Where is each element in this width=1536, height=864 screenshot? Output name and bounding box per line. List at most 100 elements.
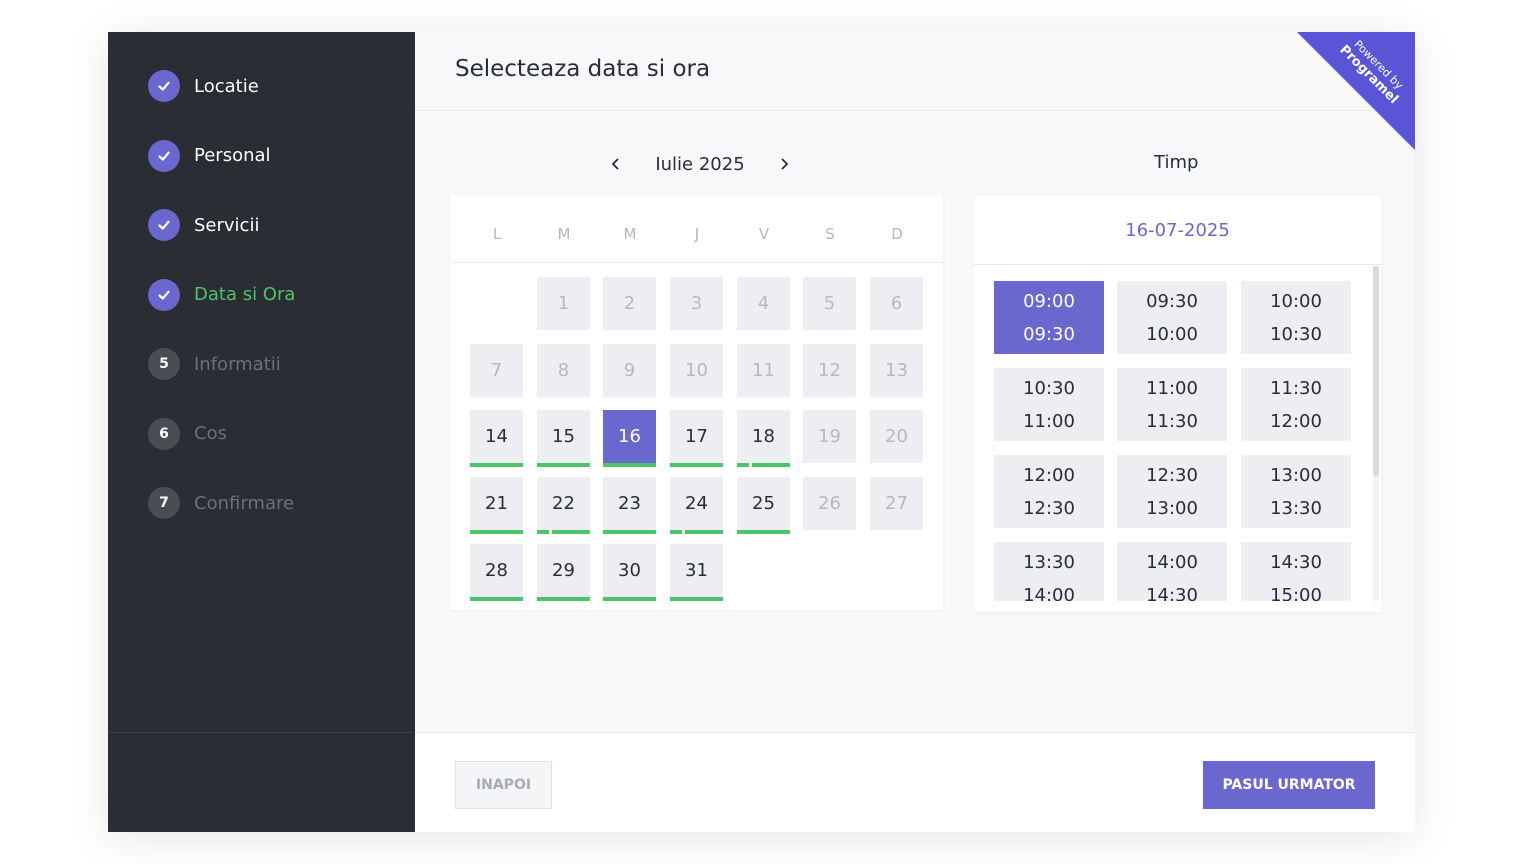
availability-bar: [470, 597, 523, 601]
time-scrollbar[interactable]: [1373, 266, 1379, 601]
powered-by-ribbon[interactable]: Powered by Programel: [1295, 32, 1415, 152]
calendar-day[interactable]: 30: [603, 544, 656, 601]
next-step-button[interactable]: PASUL URMATOR: [1203, 761, 1375, 809]
time-slot[interactable]: 10:30 11:00: [994, 368, 1104, 441]
chevron-right-icon[interactable]: [773, 153, 795, 175]
calendar-day[interactable]: 24: [670, 477, 723, 534]
step-informatii[interactable]: 5 Informatii: [148, 348, 281, 380]
day-number: 1: [557, 293, 570, 314]
step-servicii[interactable]: Servicii: [148, 209, 259, 241]
availability-segment: [537, 530, 549, 534]
availability-bar: [737, 530, 790, 534]
time-slot[interactable]: 10:00 10:30: [1241, 281, 1351, 354]
footer: INAPOI PASUL URMATOR: [415, 732, 1415, 832]
calendar-day[interactable]: 28: [470, 544, 523, 601]
slot-end-time: 09:30: [1023, 323, 1075, 345]
main-panel: Selecteaza data si ora Powered by Progra…: [415, 32, 1415, 832]
step-locatie[interactable]: Locatie: [148, 70, 259, 102]
availability-segment: [752, 463, 790, 467]
calendar-day[interactable]: 22: [537, 477, 590, 534]
time-slot[interactable]: 14:00 14:30: [1117, 542, 1227, 601]
availability-segment: [603, 530, 656, 534]
calendar-day: 20: [870, 410, 923, 463]
slot-end-time: 15:00: [1270, 584, 1322, 602]
availability-bar: [670, 463, 723, 467]
day-number: 14: [485, 426, 508, 447]
day-number: 17: [685, 426, 708, 447]
slot-start-time: 10:30: [1023, 377, 1075, 399]
day-number: 20: [885, 426, 908, 447]
step-cos[interactable]: 6 Cos: [148, 417, 227, 450]
weekday-label: V: [758, 225, 770, 243]
slot-start-time: 12:00: [1023, 464, 1075, 486]
time-slot[interactable]: 13:30 14:00: [994, 542, 1104, 601]
time-slot[interactable]: 11:30 12:00: [1241, 368, 1351, 441]
availability-bar: [670, 530, 723, 534]
slot-start-time: 14:30: [1270, 551, 1322, 573]
calendar-day[interactable]: 23: [603, 477, 656, 534]
time-slot[interactable]: 12:30 13:00: [1117, 455, 1227, 528]
calendar-day[interactable]: 31: [670, 544, 723, 601]
availability-segment: [670, 463, 723, 467]
calendar-day[interactable]: 18: [737, 410, 790, 467]
time-slot[interactable]: 13:00 13:30: [1241, 455, 1351, 528]
calendar-day[interactable]: 14: [470, 410, 523, 467]
day-number: 16: [618, 426, 641, 447]
calendar-day[interactable]: 15: [537, 410, 590, 467]
day-number: 10: [685, 360, 708, 381]
month-label: Iulie 2025: [655, 153, 745, 175]
slot-end-time: 14:00: [1023, 584, 1075, 602]
calendar-day: 2: [603, 277, 656, 330]
day-number: 30: [618, 560, 641, 581]
availability-segment: [670, 597, 723, 601]
day-number: 4: [757, 293, 770, 314]
step-personal[interactable]: Personal: [148, 139, 271, 172]
availability-bar: [670, 597, 723, 601]
calendar-day: 19: [803, 410, 856, 463]
step-data-si-ora[interactable]: Data si Ora: [148, 278, 296, 311]
step-label: Cos: [194, 423, 227, 444]
back-button[interactable]: INAPOI: [455, 761, 552, 809]
steps-sidebar: Locatie Personal Servicii Data si Ora 5 Infor…: [108, 32, 415, 832]
availability-bar: [603, 530, 656, 534]
availability-segment: [737, 463, 749, 467]
sidebar-footer: [108, 732, 415, 832]
calendar-day: 9: [603, 344, 656, 397]
calendar-day[interactable]: 25: [737, 477, 790, 534]
availability-segment: [603, 463, 656, 467]
step-confirmare[interactable]: 7 Confirmare: [148, 487, 294, 519]
time-slot[interactable]: 12:00 12:30: [994, 455, 1104, 528]
availability-bar: [603, 463, 656, 467]
calendar: LMMJVSD 1 2 3 4 5 6 7 8 9 10 11 12 13 14 15 16 17 18 19 20 2…: [450, 195, 943, 610]
slot-end-time: 10:00: [1146, 323, 1198, 345]
scroll-thumb[interactable]: [1373, 266, 1379, 476]
calendar-day: 6: [870, 277, 923, 330]
day-number: 15: [552, 426, 575, 447]
calendar-day: 26: [803, 477, 856, 530]
availability-segment: [552, 530, 590, 534]
step-label: Confirmare: [194, 492, 295, 514]
time-slot[interactable]: 14:30 15:00: [1241, 542, 1351, 601]
day-number: 7: [490, 360, 503, 381]
time-slot[interactable]: 11:00 11:30: [1117, 368, 1227, 441]
time-slot[interactable]: 09:30 10:00: [1117, 281, 1227, 354]
availability-segment: [470, 463, 523, 467]
step-label: Data si Ora: [194, 284, 296, 305]
slot-end-time: 14:30: [1146, 584, 1198, 602]
availability-segment: [537, 463, 590, 467]
calendar-day[interactable]: 21: [470, 477, 523, 534]
calendar-day[interactable]: 17: [670, 410, 723, 467]
weekday-label: L: [492, 225, 502, 243]
calendar-day[interactable]: 29: [537, 544, 590, 601]
calendar-day[interactable]: 16: [603, 410, 656, 467]
day-number: 28: [485, 560, 508, 581]
weekday-label: J: [694, 225, 700, 243]
step-number-badge: 6: [148, 417, 180, 450]
availability-bar: [737, 463, 790, 467]
slot-start-time: 11:30: [1270, 377, 1322, 399]
check-icon: [148, 139, 180, 172]
booking-card: Locatie Personal Servicii Data si Ora 5 Infor…: [108, 32, 1415, 832]
calendar-day: 3: [670, 277, 723, 330]
time-slot[interactable]: 09:00 09:30: [994, 281, 1104, 354]
chevron-left-icon[interactable]: [605, 153, 627, 175]
